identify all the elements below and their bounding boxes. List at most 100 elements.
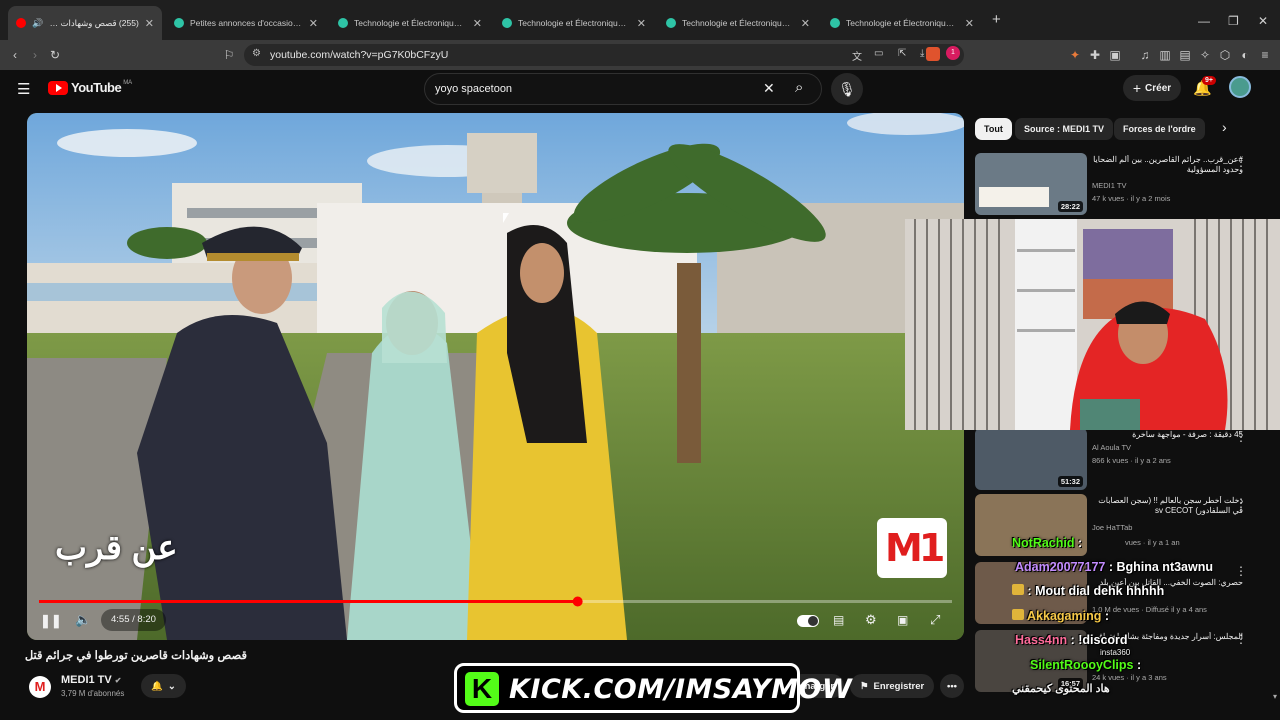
clear-search-icon[interactable]: ✕ xyxy=(763,80,775,97)
recommendation-channel[interactable]: Al Aoula TV xyxy=(1092,443,1131,452)
recommendation-meta: 47 k vues · il y a 2 mois xyxy=(1092,194,1171,203)
hamburger-menu-icon[interactable]: ☰ xyxy=(17,80,30,98)
youtube-logo[interactable]: YouTube MA xyxy=(48,80,132,95)
fullscreen-icon[interactable]: ⤢ xyxy=(930,612,940,628)
subtitles-icon[interactable]: ▤ xyxy=(833,613,844,627)
extensions-puzzle-icon[interactable]: ✚ xyxy=(1088,48,1102,62)
tab-label: (255) قصص وشهادات قاصرين xyxy=(47,17,139,28)
recommendation-title[interactable]: #عن_قرب.. جرائم القاصرين.. بين ألم الضحا… xyxy=(1093,155,1243,175)
more-options-icon[interactable]: ⋮ xyxy=(1235,155,1247,169)
translate-icon[interactable]: 文 xyxy=(852,48,862,63)
more-options-icon[interactable]: ⋮ xyxy=(1235,430,1247,444)
tab-label: Technologie et Électronique d'Occasi xyxy=(354,18,467,28)
address-bar[interactable]: ⚙ youtube.com/watch?v=pG7K0bCFzyU 文 ▭ ⇱ … xyxy=(244,44,964,66)
chat-username: SilentRoooyClips xyxy=(1030,658,1134,672)
channel-watermark-logo: M1 xyxy=(877,518,947,578)
chip-source[interactable]: Source : MEDI1 TV xyxy=(1015,118,1114,140)
back-icon[interactable]: ‹ xyxy=(8,48,22,62)
program-watermark: عن قرب xyxy=(55,529,178,567)
recommendation-item[interactable]: 51:32 45 دقيقة : صرفة - مواجهة ساخرة Al … xyxy=(975,428,1265,492)
recommendation-title[interactable]: دخلت أخطر سجن بالعالم !! (سجن العصابات ف… xyxy=(1093,496,1243,516)
browser-tab[interactable]: Petites annonces d'occasion, gratuite ✕ xyxy=(166,6,326,40)
music-icon[interactable]: ♫ xyxy=(1138,48,1152,62)
download-icon[interactable]: ⤓ xyxy=(920,48,924,59)
duration-badge: 28:22 xyxy=(1057,201,1083,212)
youtube-favicon-icon xyxy=(16,18,26,28)
vpn-icon[interactable]: ⬡ xyxy=(1218,48,1232,62)
minimize-button[interactable]: — xyxy=(1198,14,1210,28)
settings-gear-icon[interactable]: ⚙ xyxy=(865,612,877,628)
notifications-button[interactable]: 🔔 ⌄ xyxy=(141,674,186,698)
site-info-icon[interactable]: ⚙ xyxy=(252,48,261,59)
rewards-badge[interactable]: 1 xyxy=(946,46,960,60)
chip-forces[interactable]: Forces de l'ordre xyxy=(1114,118,1205,140)
close-tab-icon[interactable]: ✕ xyxy=(795,17,810,30)
duration-badge: 51:32 xyxy=(1057,476,1083,487)
close-tab-icon[interactable]: ✕ xyxy=(959,17,974,30)
youtube-play-logo-icon xyxy=(48,80,68,95)
recommendation-channel[interactable]: Joe HaTTab xyxy=(1092,523,1132,532)
search-input[interactable]: yoyo spacetoon ✕ ⌕ xyxy=(424,73,822,105)
more-options-icon[interactable]: ⋮ xyxy=(1235,496,1247,510)
reload-icon[interactable]: ↻ xyxy=(48,48,62,62)
recommendation-title[interactable]: 45 دقيقة : صرفة - مواجهة ساخرة xyxy=(1093,430,1243,440)
close-window-button[interactable]: ✕ xyxy=(1258,14,1268,28)
volume-icon[interactable]: 🔈 xyxy=(75,612,91,628)
search-icon[interactable]: ⌕ xyxy=(795,79,803,96)
more-options-icon[interactable]: ⋮ xyxy=(1235,564,1247,578)
video-thumbnail[interactable]: 51:32 xyxy=(975,428,1087,490)
create-button[interactable]: + Créer xyxy=(1123,75,1181,101)
close-tab-icon[interactable]: ✕ xyxy=(139,17,154,30)
wallet-icon[interactable]: ▤ xyxy=(1178,48,1192,62)
share-icon[interactable]: ⇱ xyxy=(898,48,906,59)
library-icon[interactable]: ▥ xyxy=(1158,48,1172,62)
close-tab-icon[interactable]: ✕ xyxy=(303,17,318,30)
save-button[interactable]: ⚑ Enregistrer xyxy=(850,674,935,698)
profile-icon[interactable]: ◐ xyxy=(1238,48,1252,62)
menu-icon[interactable]: ≡ xyxy=(1258,48,1272,62)
avatar[interactable] xyxy=(1229,76,1251,98)
pause-icon[interactable]: ❚❚ xyxy=(40,613,62,629)
chip-tout[interactable]: Tout xyxy=(975,118,1012,140)
browser-tab[interactable]: 🔊 (255) قصص وشهادات قاصرين ✕ xyxy=(8,6,162,40)
new-tab-button[interactable]: + xyxy=(992,11,1001,28)
close-tab-icon[interactable]: ✕ xyxy=(631,17,646,30)
site-favicon-icon xyxy=(830,18,840,28)
scroll-down-icon[interactable]: ▾ xyxy=(1273,692,1277,701)
browser-tab[interactable]: Technologie et Électronique d'Occasi ✕ xyxy=(658,6,818,40)
chevron-down-icon: ⌄ xyxy=(167,680,176,692)
forward-icon[interactable]: › xyxy=(28,48,42,62)
video-player[interactable]: عن قرب M1 ❚❚ 🔈 4:55 / 8:20 ▤ ⚙ ▣ ⤢ xyxy=(27,113,964,640)
autoplay-toggle[interactable] xyxy=(797,615,819,627)
browser-tab[interactable]: Technologie et Électronique d'Occasi ✕ xyxy=(822,6,982,40)
chat-message: SilentRoooyClips : xyxy=(1030,658,1141,672)
chips-next-icon[interactable]: › xyxy=(1222,119,1227,135)
chat-username: Akkagaming xyxy=(1027,609,1102,623)
progress-played xyxy=(39,600,578,603)
reader-icon[interactable]: ▭ xyxy=(874,48,883,59)
channel-name[interactable]: MEDI1 TV ✔ xyxy=(61,674,122,686)
maximize-button[interactable]: ❐ xyxy=(1228,14,1239,28)
video-thumbnail[interactable]: 28:22 xyxy=(975,153,1087,215)
tab-label: Technologie et Électronique d'Occasi xyxy=(682,18,795,28)
chat-text: : xyxy=(1104,609,1110,623)
leo-icon[interactable]: ✧ xyxy=(1198,48,1212,62)
close-tab-icon[interactable]: ✕ xyxy=(467,17,482,30)
miniplayer-icon[interactable]: ▣ xyxy=(897,613,908,627)
channel-avatar[interactable]: M xyxy=(29,676,51,698)
recommendation-channel[interactable]: MEDI1 TV xyxy=(1092,181,1126,190)
browser-tab[interactable]: Technologie et Électronique d'Occasi ✕ xyxy=(494,6,654,40)
more-actions-button[interactable]: ••• xyxy=(940,674,964,698)
brave-shield-icon[interactable] xyxy=(926,47,940,61)
browser-tab[interactable]: Technologie et Électronique d'Occasi ✕ xyxy=(330,6,490,40)
sidebar-icon[interactable]: ▣ xyxy=(1108,48,1122,62)
extension-icon[interactable]: ✦ xyxy=(1068,48,1082,62)
chat-message: Adam20077177 : Bghina nt3awnu xyxy=(1015,560,1213,574)
voice-search-icon[interactable]: 🎙 xyxy=(831,73,863,105)
kick-banner: K KICK.COM/IMSAYMOW xyxy=(454,663,852,713)
chat-username: Adam20077177 xyxy=(1015,560,1106,574)
bookmark-icon[interactable]: ⚐ xyxy=(222,48,236,62)
more-options-icon[interactable]: ⋮ xyxy=(1235,632,1247,646)
subscriber-count: 3,79 M d'abonnés xyxy=(61,689,125,698)
recommendation-item[interactable]: 28:22 #عن_قرب.. جرائم القاصرين.. بين ألم… xyxy=(975,153,1265,217)
